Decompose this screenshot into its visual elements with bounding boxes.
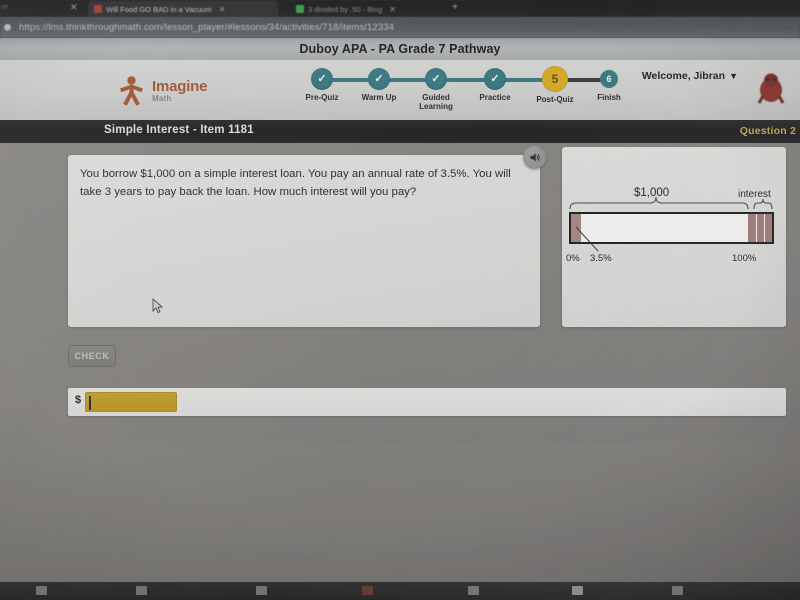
taskbar	[0, 582, 800, 600]
stepper-node-practice[interactable]: ✓	[484, 68, 506, 90]
item-header-bar: Simple Interest - Item 1181 Question 2	[0, 120, 800, 143]
rate-percent-label: 3.5%	[590, 253, 612, 264]
diagram-panel: $1,000 interest 0% 3.5% 100%	[562, 147, 786, 327]
person-icon	[120, 76, 143, 106]
bar-model-diagram	[569, 196, 774, 252]
stepper-label-warm-up: Warm Up	[361, 93, 397, 102]
stepper-node-warm-up[interactable]: ✓	[368, 68, 390, 90]
logo-brand-text: Imagine	[152, 78, 208, 95]
desktop-background	[0, 443, 800, 582]
answer-input[interactable]	[85, 392, 177, 412]
stepper-node-guided-learning[interactable]: ✓	[425, 68, 447, 90]
edge-window-label: er	[2, 4, 9, 11]
mouse-cursor	[152, 298, 163, 314]
pathway-title-band: Duboy APA - PA Grade 7 Pathway	[0, 38, 800, 60]
chevron-down-icon: ▼	[729, 71, 738, 81]
browser-icon[interactable]	[256, 586, 267, 595]
stepper-label-practice: Practice	[479, 93, 511, 102]
stepper-label-guided-learning: Guided Learning	[419, 93, 453, 112]
chrome-icon[interactable]	[362, 586, 373, 595]
stepper-node-finish[interactable]: 6	[600, 70, 618, 88]
speaker-icon	[530, 153, 540, 162]
browser-tab-strip: er ✕ Will Food GO BAD in a Vacuum ✕ 3 di…	[0, 0, 800, 17]
bar-outline	[569, 212, 774, 244]
item-title: Simple Interest - Item 1181	[104, 124, 254, 136]
bar-segment-interest-2	[757, 214, 764, 242]
check-icon: ✓	[431, 72, 441, 85]
check-icon: ✓	[490, 72, 500, 85]
bar-segment-rate	[571, 214, 581, 242]
end-percent-label: 100%	[732, 253, 757, 264]
principal-label: $1,000	[634, 187, 670, 199]
app-icon[interactable]	[468, 586, 479, 595]
check-button-label: CHECK	[74, 351, 110, 361]
stepper-label-pre-quiz: Pre-Quiz	[305, 93, 339, 102]
stepper-node-pre-quiz[interactable]: ✓	[311, 68, 333, 90]
bar-segment-interest-3	[765, 214, 772, 242]
imagine-math-logo[interactable]: Imagine Math	[116, 74, 207, 108]
browser-tab-0-title: Will Food GO BAD in a Vacuum	[106, 4, 212, 14]
folder-icon[interactable]	[136, 586, 147, 595]
new-tab-icon[interactable]: +	[452, 2, 458, 13]
browser-tab-1-title: 3 divided by .50 - Bing	[308, 4, 383, 14]
bing-icon	[296, 5, 304, 13]
avatar[interactable]	[754, 70, 788, 104]
question-counter: Question 2	[739, 125, 796, 137]
question-text: You borrow $1,000 on a simple interest l…	[80, 168, 511, 198]
question-panel: You borrow $1,000 on a simple interest l…	[68, 155, 540, 327]
tray-icon[interactable]	[672, 586, 683, 595]
logo-sub-text: Math	[152, 94, 172, 103]
bar-segment-interest-1	[748, 214, 756, 242]
stepper-node-post-quiz-number: 5	[551, 72, 559, 86]
youtube-icon	[94, 5, 102, 13]
currency-symbol: $	[75, 394, 82, 406]
browser-tab-0-close-icon[interactable]: ✕	[219, 5, 226, 14]
stepper-label-post-quiz: Post-Quiz	[536, 95, 574, 104]
check-icon: ✓	[374, 72, 384, 85]
text-caret	[89, 396, 91, 410]
welcome-text: Welcome, Jibran	[641, 70, 726, 82]
start-percent-label: 0%	[566, 253, 580, 264]
left-close-icon[interactable]: ✕	[70, 2, 78, 13]
browser-tab-1-close-icon[interactable]: ✕	[389, 5, 396, 14]
welcome-menu[interactable]: Welcome, Jibran ▼	[642, 70, 738, 82]
stepper-label-finish: Finish	[597, 93, 621, 102]
check-button[interactable]: CHECK	[68, 345, 116, 367]
screen-photo: er ✕ Will Food GO BAD in a Vacuum ✕ 3 di…	[0, 0, 800, 600]
site-info-icon[interactable]	[4, 24, 11, 31]
audio-play-button[interactable]	[523, 146, 546, 169]
answer-bar: $	[68, 388, 786, 416]
stepper-node-post-quiz[interactable]: 5	[542, 66, 568, 92]
url-text: https://lms.thinkthroughmath.com/lesson_…	[19, 22, 394, 33]
interest-brace	[753, 198, 773, 210]
browser-address-bar[interactable]: https://lms.thinkthroughmath.com/lesson_…	[0, 17, 800, 38]
interest-label: interest	[738, 189, 771, 200]
display-icon[interactable]	[572, 586, 583, 595]
lesson-progress-stepper: ✓ Pre-Quiz ✓ Warm Up ✓ Guided Learning ✓…	[300, 66, 628, 114]
pathway-title: Duboy APA - PA Grade 7 Pathway	[299, 42, 501, 56]
window-icon[interactable]	[36, 586, 47, 595]
browser-tab-1[interactable]: 3 divided by .50 - Bing ✕	[290, 1, 450, 17]
browser-tab-0[interactable]: Will Food GO BAD in a Vacuum ✕	[88, 1, 278, 17]
check-icon: ✓	[317, 72, 327, 85]
stepper-node-finish-number: 6	[606, 74, 612, 84]
